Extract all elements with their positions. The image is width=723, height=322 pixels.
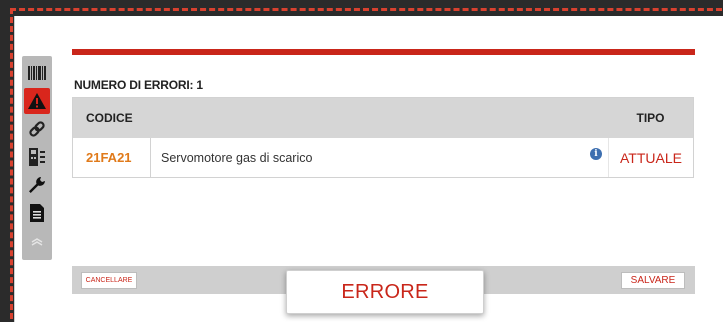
column-header-type: TIPO <box>636 111 665 125</box>
sidebar-item-link[interactable] <box>24 116 50 142</box>
error-description-cell: Servomotore gas di scarico i <box>151 138 608 177</box>
error-code: 21FA21 <box>73 138 151 177</box>
error-count-label: NUMERO DI ERRORI: 1 <box>74 78 203 92</box>
link-icon <box>29 121 45 137</box>
error-type: ATTUALE <box>608 138 693 177</box>
sidebar-item-tools[interactable] <box>24 172 50 198</box>
sidebar-collapse[interactable] <box>22 232 52 252</box>
cancel-button[interactable]: CANCELLARE <box>81 272 137 289</box>
error-popup[interactable]: ERRORE <box>286 270 484 314</box>
sidebar <box>22 56 52 260</box>
errors-table: CODICE TIPO 21FA21 Servomotore gas di sc… <box>72 97 694 178</box>
sidebar-item-document[interactable] <box>24 200 50 226</box>
sidebar-item-device[interactable] <box>24 144 50 170</box>
header-accent-bar <box>72 49 695 55</box>
barcode-icon <box>28 66 46 80</box>
table-row[interactable]: 21FA21 Servomotore gas di scarico i ATTU… <box>73 138 693 177</box>
save-button[interactable]: SALVARE <box>621 272 685 289</box>
info-icon[interactable]: i <box>590 148 602 160</box>
warning-icon <box>28 93 46 109</box>
table-header: CODICE TIPO <box>73 98 693 138</box>
wrench-icon <box>29 177 45 193</box>
device-icon <box>29 148 45 166</box>
chevron-icon <box>31 238 43 246</box>
sidebar-item-errors[interactable] <box>24 88 50 114</box>
document-icon <box>30 204 44 222</box>
error-description: Servomotore gas di scarico <box>161 150 313 165</box>
column-header-code: CODICE <box>86 111 133 125</box>
sidebar-item-barcode[interactable] <box>24 60 50 86</box>
